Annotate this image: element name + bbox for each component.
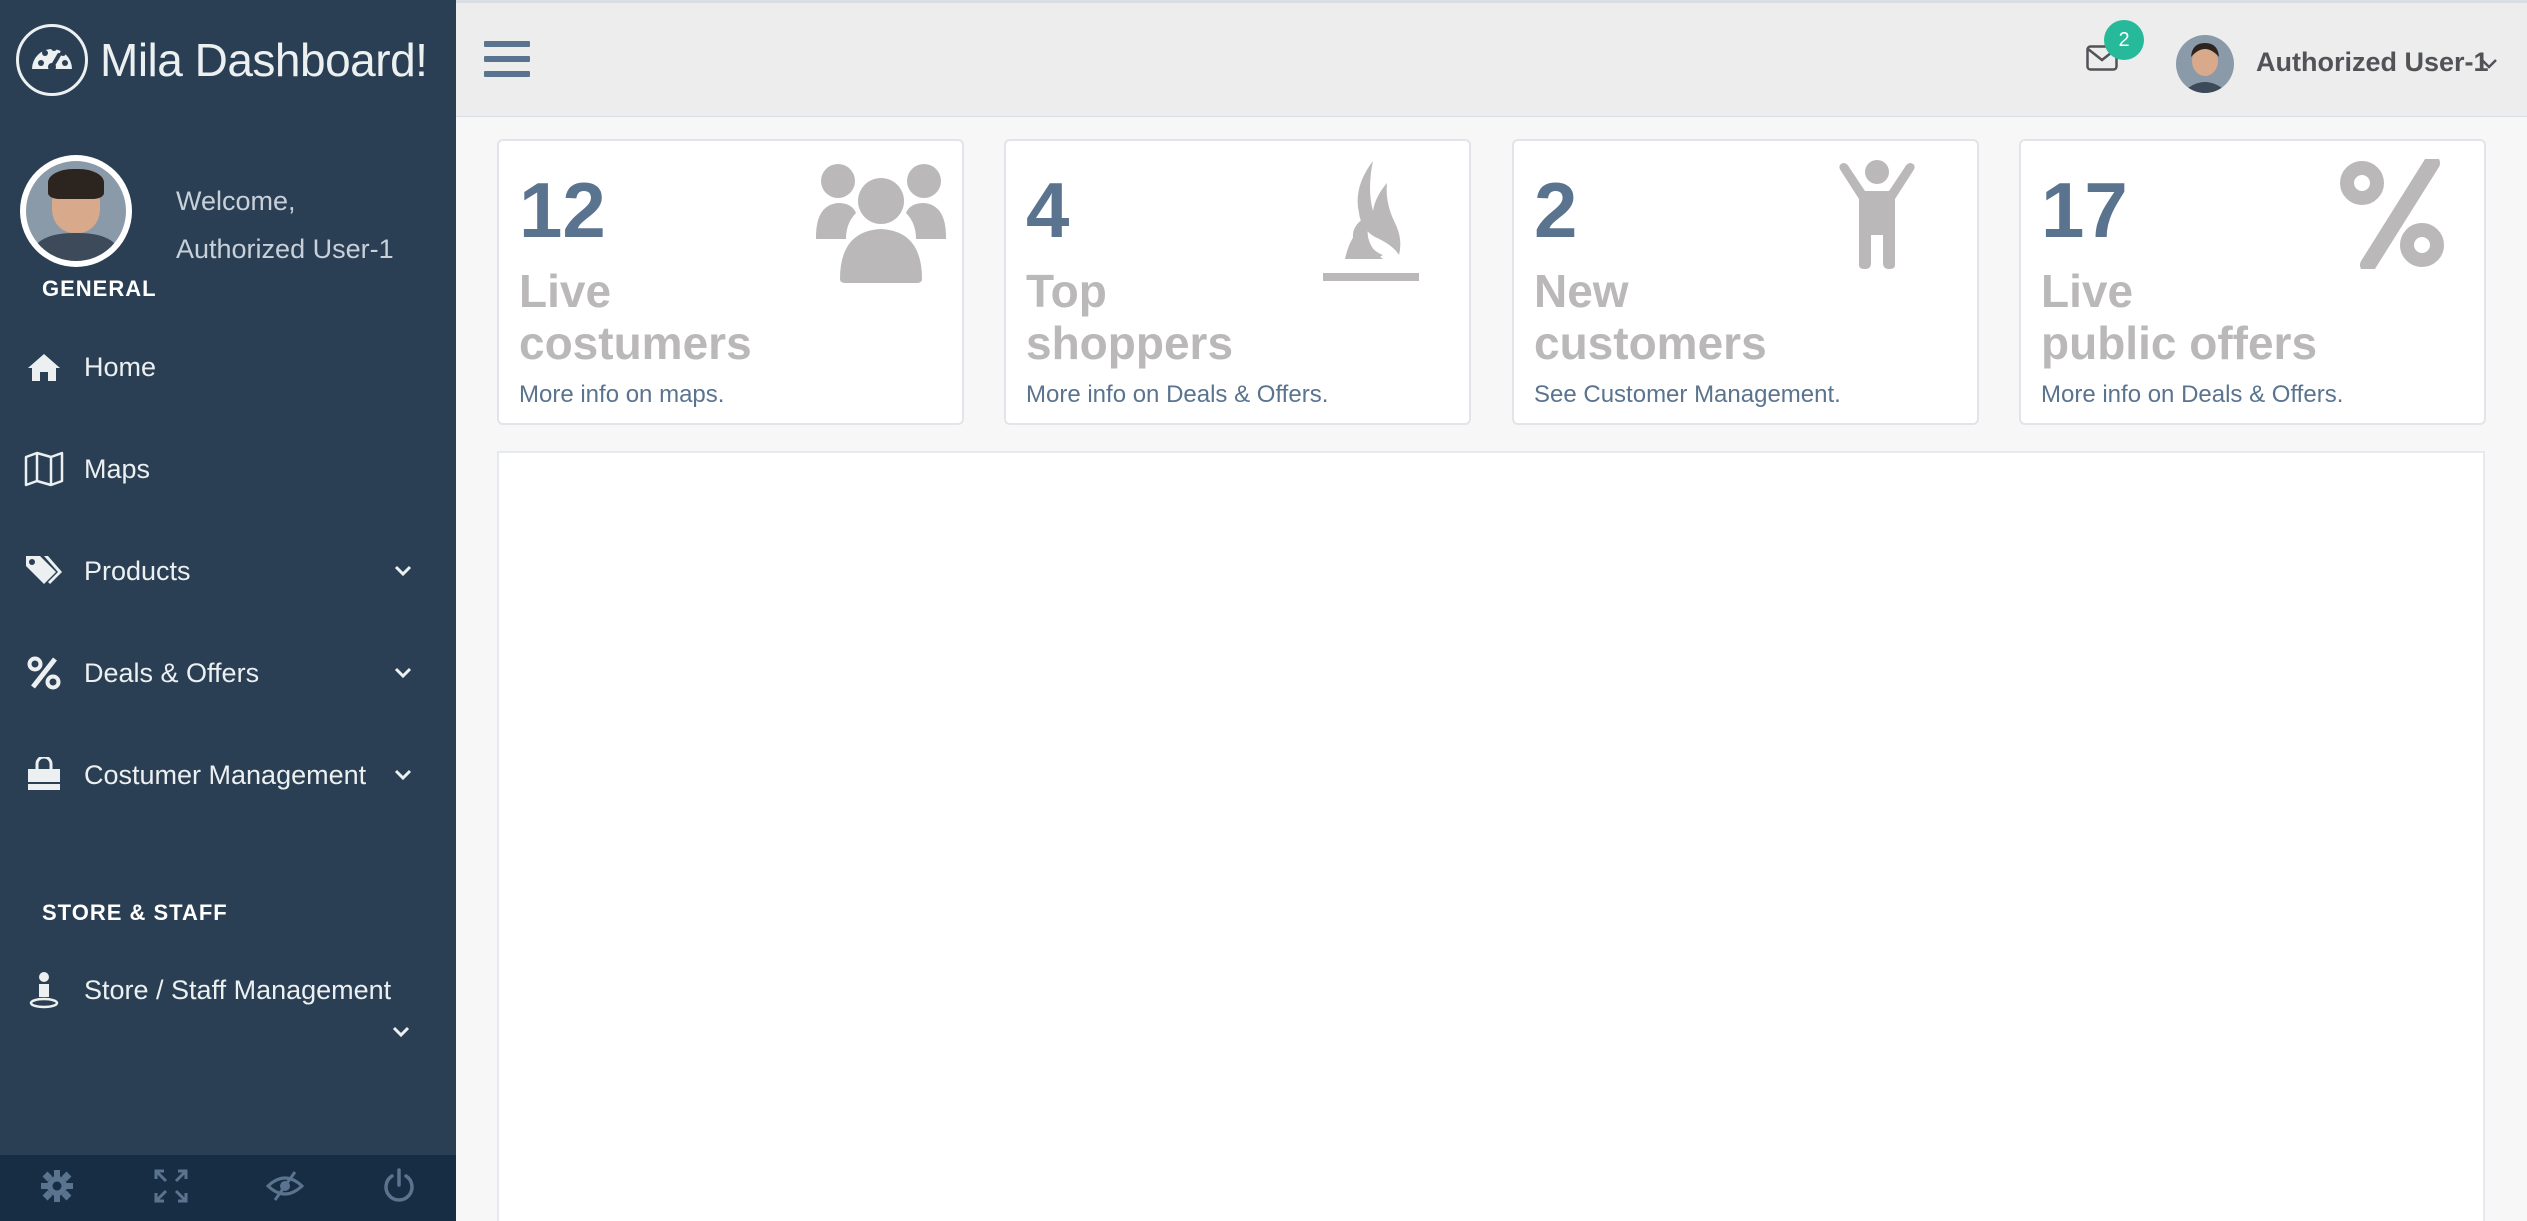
- profile-name: Authorized User-1: [176, 234, 394, 264]
- stat-title-line: Top: [1026, 265, 1107, 317]
- sidebar-footer: [0, 1155, 456, 1221]
- section-title-general: GENERAL: [42, 276, 157, 301]
- stat-tile-new-customers: 2 New customers See Customer Management.: [1512, 139, 1979, 425]
- settings-button[interactable]: [0, 1155, 114, 1221]
- stat-title: New customers: [1534, 265, 1767, 369]
- stat-tile-top-shoppers: 4 Top shoppers More info on Deals & Offe…: [1004, 139, 1471, 425]
- stat-title: Top shoppers: [1026, 265, 1233, 369]
- percent-icon: [24, 653, 64, 693]
- section-title-store-staff: STORE & STAFF: [42, 900, 228, 925]
- child-icon: [1837, 159, 1917, 274]
- sidebar-item-label: Costumer Management: [84, 759, 367, 790]
- chevron-down-icon[interactable]: [392, 1026, 412, 1038]
- top-nav: 2 Authorized User-1: [456, 0, 2527, 117]
- welcome-text: Welcome,: [176, 186, 296, 216]
- user-avatar[interactable]: [2176, 35, 2234, 93]
- sidebar-item-label: Store / Staff Management: [84, 974, 392, 1005]
- fullscreen-icon: [154, 1169, 188, 1208]
- fullscreen-button[interactable]: [114, 1155, 228, 1221]
- sidebar-item-label: Deals & Offers: [84, 657, 260, 688]
- power-icon: [382, 1167, 416, 1209]
- sidebar: Mila Dashboard! Welcome, Authorized User…: [0, 0, 456, 1221]
- stat-title-line: shoppers: [1026, 317, 1234, 369]
- stat-info-link[interactable]: More info on Deals & Offers.: [2041, 381, 2343, 409]
- chevron-down-icon[interactable]: [394, 667, 412, 679]
- stat-count: 17: [2041, 166, 2128, 254]
- chevron-down-icon[interactable]: [2480, 57, 2498, 75]
- gear-icon: [40, 1169, 74, 1208]
- stat-title-line: Live: [519, 265, 612, 317]
- dashboard-gauge-icon: [16, 23, 88, 96]
- users-icon: [816, 159, 946, 288]
- chevron-down-icon[interactable]: [394, 565, 412, 577]
- menu-toggle-button[interactable]: [484, 39, 530, 84]
- fire-icon: [1323, 159, 1419, 290]
- tags-icon: [24, 551, 64, 591]
- sidebar-item-label: Maps: [84, 453, 151, 484]
- sidebar-item-costumer-management[interactable]: Costumer Management: [0, 743, 456, 807]
- person-pin-icon: [24, 970, 64, 1010]
- stat-count: 12: [519, 166, 606, 254]
- avatar: [20, 155, 132, 267]
- stat-tile-live-costumers: 12 Live costumers More info on maps.: [497, 139, 964, 425]
- stat-title-line: public offers: [2041, 317, 2318, 369]
- sidebar-item-label: Home: [84, 351, 157, 382]
- chevron-down-icon[interactable]: [394, 769, 412, 781]
- percent-icon: [2340, 155, 2444, 274]
- stat-info-link[interactable]: More info on Deals & Offers.: [1026, 381, 1328, 409]
- envelope-icon: [2086, 45, 2118, 75]
- stat-title: Live public offers: [2041, 265, 2317, 369]
- message-count-badge: 2: [2104, 20, 2144, 60]
- map-icon: [24, 449, 64, 489]
- stat-title-line: costumers: [519, 317, 752, 369]
- sidebar-item-products[interactable]: Products: [0, 539, 456, 603]
- stat-title-line: customers: [1534, 317, 1767, 369]
- sidebar-item-maps[interactable]: Maps: [0, 437, 456, 501]
- stat-count: 4: [1026, 166, 1070, 254]
- stat-info-link[interactable]: See Customer Management.: [1534, 381, 1841, 409]
- stat-title: Live costumers: [519, 265, 752, 369]
- lock-view-button[interactable]: [228, 1155, 342, 1221]
- user-menu-toggle[interactable]: Authorized User-1: [2256, 47, 2489, 78]
- stat-tile-live-public-offers: 17 Live public offers More info on Deals…: [2019, 139, 2486, 425]
- sidebar-item-home[interactable]: Home: [0, 335, 456, 399]
- sidebar-item-deals-offers[interactable]: Deals & Offers: [0, 641, 456, 705]
- eye-slash-icon: [265, 1170, 305, 1207]
- logout-button[interactable]: [342, 1155, 456, 1221]
- stat-count: 2: [1534, 166, 1578, 254]
- sidebar-item-label: Products: [84, 555, 191, 586]
- brand-title: Mila Dashboard!: [100, 33, 428, 86]
- hamburger-icon: [484, 41, 530, 83]
- brand[interactable]: Mila Dashboard!: [0, 0, 456, 120]
- main-content-panel: [497, 451, 2485, 1221]
- home-icon: [24, 347, 64, 387]
- stat-title-line: New: [1534, 265, 1629, 317]
- stat-info-link[interactable]: More info on maps.: [519, 381, 724, 409]
- sidebar-item-store-staff-management[interactable]: Store / Staff Management: [0, 958, 456, 1022]
- shopping-bag-icon: [24, 755, 64, 795]
- stat-title-line: Live: [2041, 265, 2134, 317]
- welcome-block: Welcome, Authorized User-1: [176, 177, 394, 273]
